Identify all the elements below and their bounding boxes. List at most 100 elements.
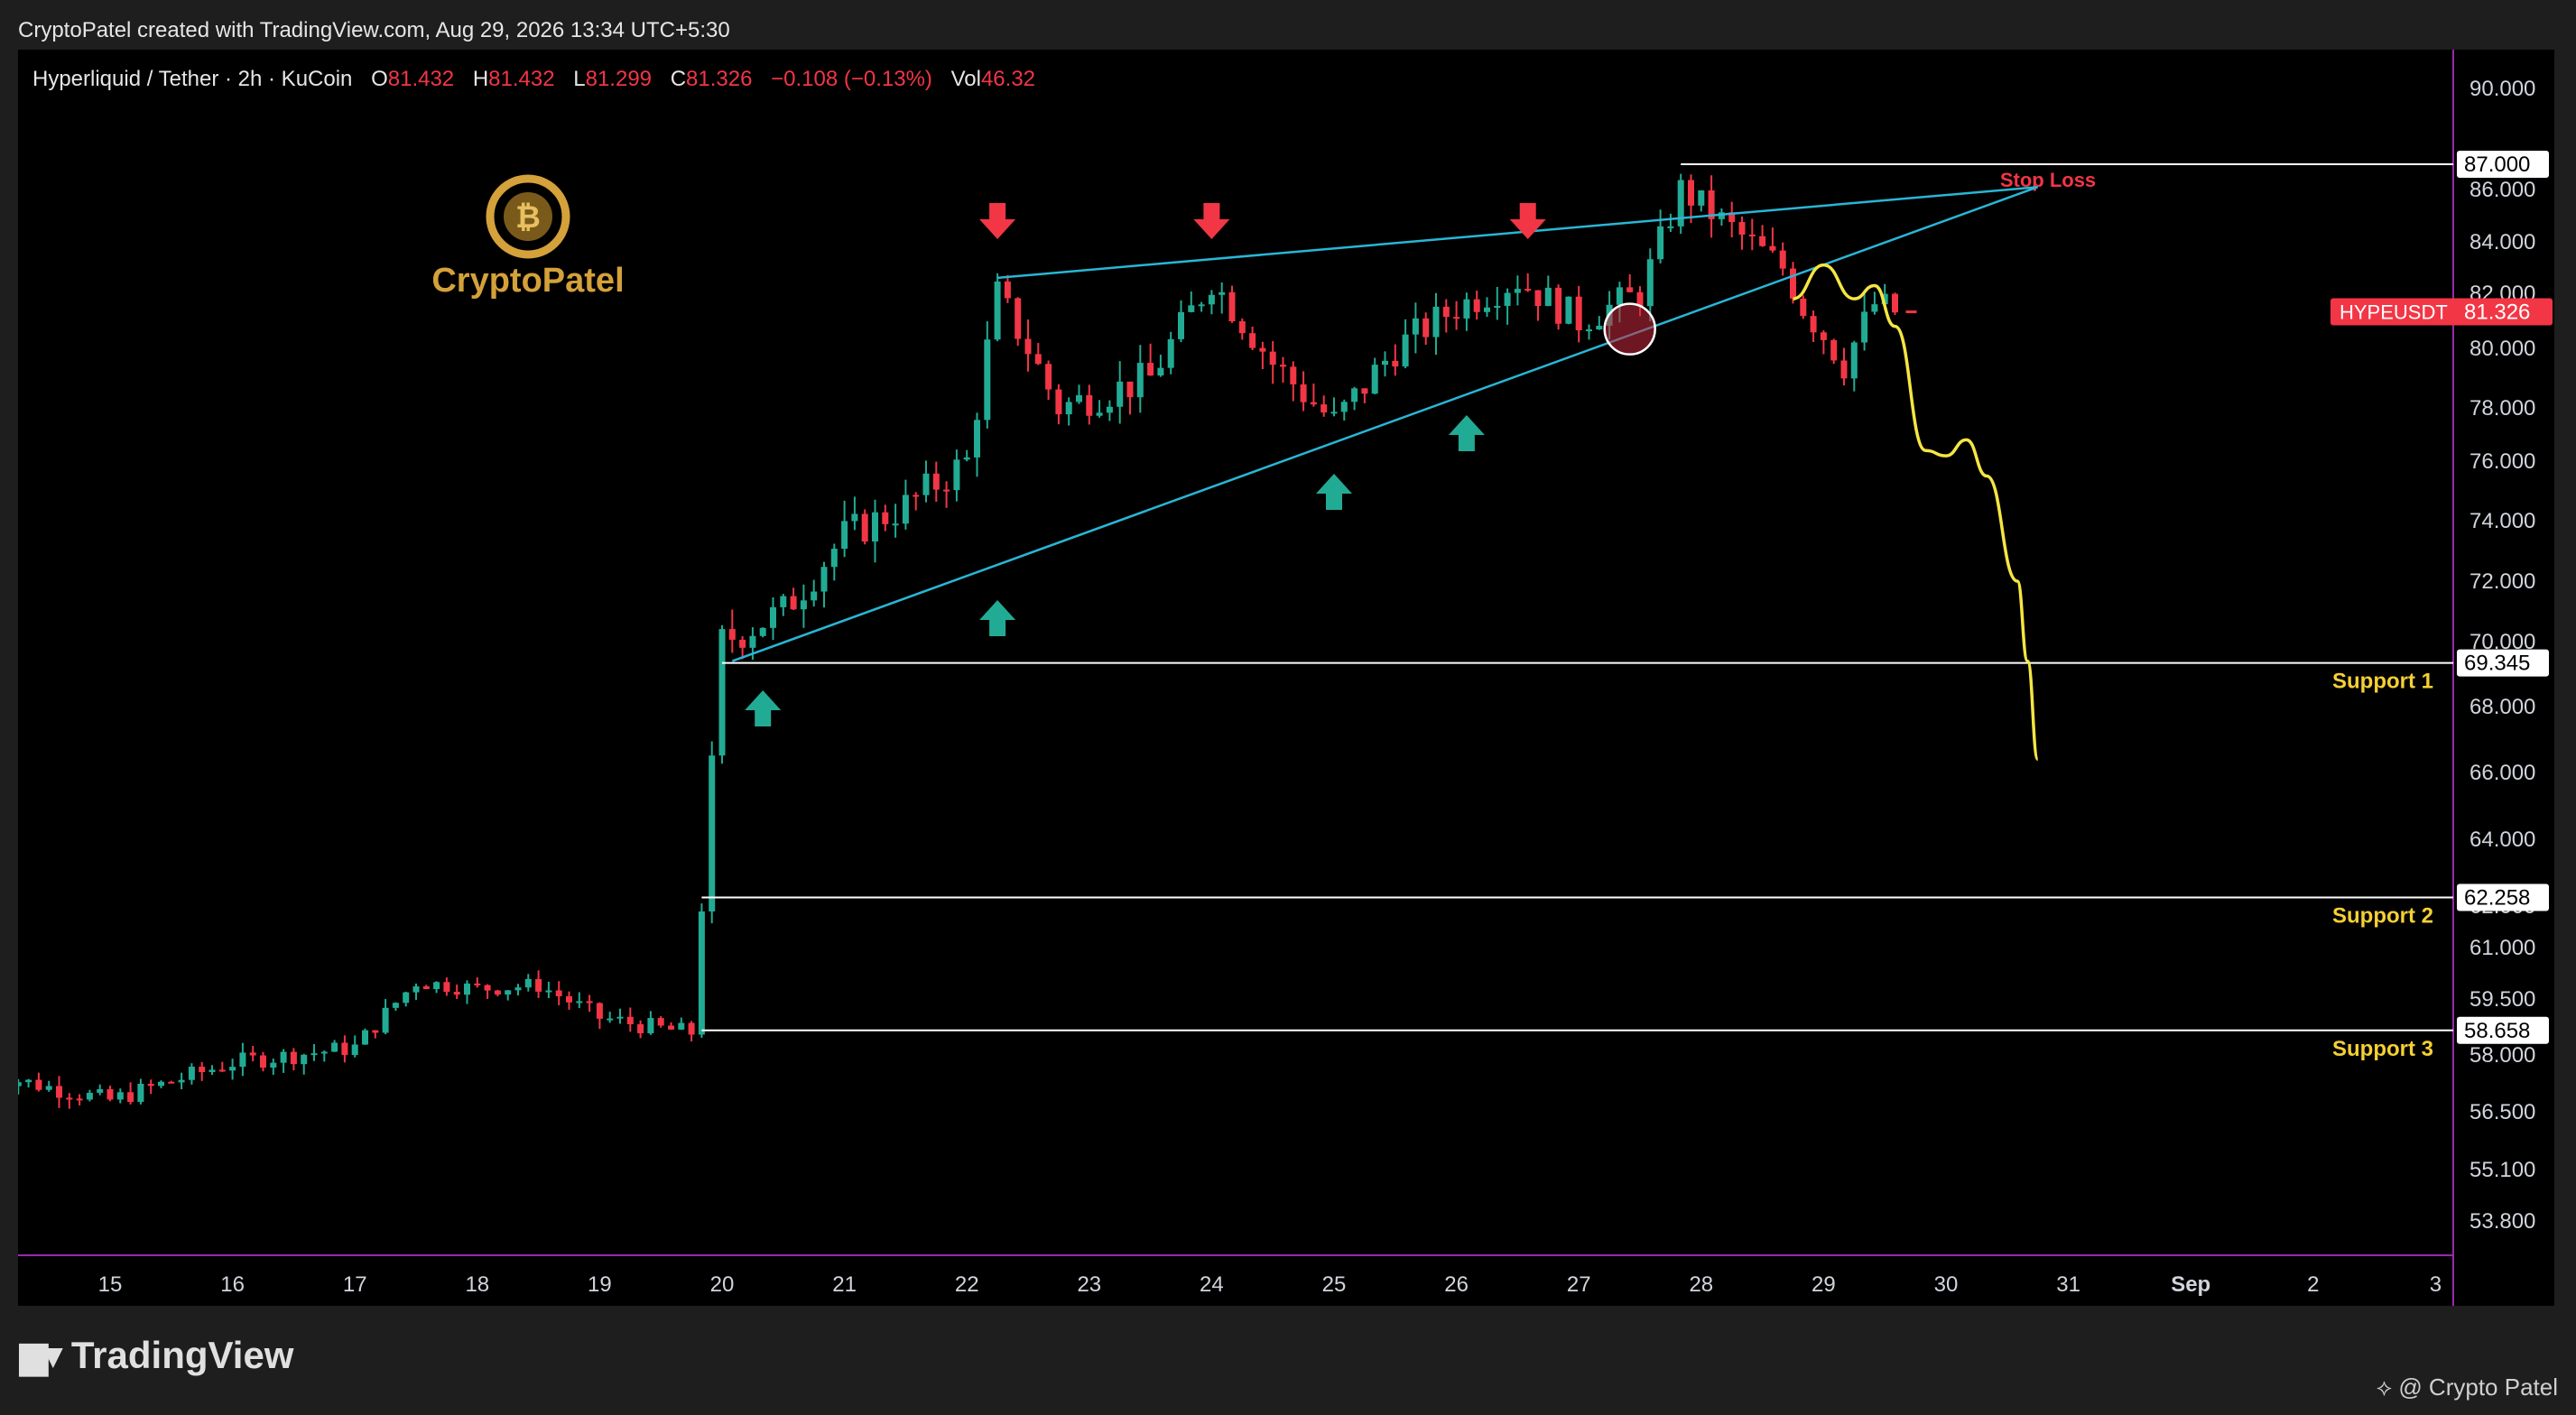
candle-body [576,1001,583,1003]
candle-body [637,1024,644,1034]
legend-open: 81.432 [387,67,455,91]
x-tick-label: 23 [1077,1272,1101,1297]
legend-volume: 46.32 [980,67,1036,91]
candle-body [902,495,909,524]
candle-body [984,339,991,421]
y-tick-label: 68.000 [2469,695,2535,719]
up-arrow-icon [1448,415,1485,451]
legend-c-label: C [670,67,687,91]
coin-icon: ₿ [486,174,570,259]
trendline [996,185,2038,280]
candle-body [596,1003,603,1019]
candle-body [514,987,522,991]
candle-body [1646,259,1654,307]
candle-body [382,1007,389,1033]
x-tick-label: 15 [98,1272,123,1297]
up-arrow-icon [745,690,782,726]
x-tick-label: 18 [465,1272,489,1297]
candle-body [270,1062,277,1068]
candle-body [1330,412,1338,414]
candle-body [18,1082,22,1087]
candle-body [1096,412,1103,416]
candle-body [1280,365,1286,367]
candle-body [1004,281,1011,299]
candle-body [218,1069,226,1072]
level-price-label: 62.258 [2464,885,2530,910]
candle-body [913,495,920,497]
candle-body [362,1030,368,1045]
candle-body [1667,226,1674,228]
projection-path [1793,263,2040,762]
candle-body [208,1069,216,1072]
candle-body [86,1092,93,1100]
chart-frame[interactable]: 90.000 86.000 84.000 82.000 80.000 78.000 76.0… [18,50,2554,1306]
candle-body [657,1018,664,1026]
candle-body [607,1018,614,1021]
candle-body [505,990,512,995]
x-tick-label: 20 [710,1272,735,1297]
candle-body [147,1083,154,1087]
x-tick-label: 30 [1934,1272,1959,1297]
candle-body [351,1044,358,1056]
candle-body [1024,338,1032,355]
x-tick-label: 17 [343,1272,367,1297]
candle-body [1238,321,1246,334]
svg-text:₿: ₿ [515,200,541,235]
author-credit: ⟡ @ Crypto Patel [2377,1373,2558,1402]
candle-body [1320,404,1328,413]
candle-body [443,982,450,993]
x-tick-label: 22 [955,1272,979,1297]
candle-body [1463,299,1470,319]
candle-body [1126,381,1134,398]
candle-body [1800,298,1807,317]
candle-body [331,1042,338,1052]
tradingview-brand: TradingView [70,1334,294,1376]
candle-body [974,420,980,458]
y-tick-label: 80.000 [2469,337,2535,361]
candle-body [1351,388,1358,402]
y-tick-label: 64.000 [2469,828,2535,852]
candle-body [943,489,950,492]
candle-body [372,1030,379,1033]
candle-body [260,1055,266,1068]
candle-body [1340,402,1348,412]
candle-body [1850,342,1858,379]
candle-body [66,1097,73,1100]
price-chart[interactable]: 90.00086.00084.00082.00080.00078.00076.0… [18,50,2554,1306]
candle-body [1412,318,1419,335]
legend-change: −0.108 (−0.13%) [771,67,932,91]
x-tick-label: 28 [1689,1272,1713,1297]
legend-low: 81.299 [585,67,653,91]
candle-body [1616,287,1623,305]
candle-body [249,1052,256,1056]
candle-body [1219,291,1226,295]
candle-body [137,1083,144,1103]
diamond-icon: ⟡ [2376,1373,2393,1401]
candle-body [861,513,868,542]
candle-body [1065,402,1072,415]
candle-body [35,1079,42,1090]
candle-body [790,596,797,610]
support-label: Support 2 [2332,903,2433,928]
candle-body [1555,287,1562,324]
candle-body [301,1054,308,1065]
candle-body [820,567,828,592]
level-price-label: 87.000 [2464,153,2530,177]
y-tick-label: 53.800 [2469,1209,2535,1234]
candle-body [882,512,889,524]
x-tick-label: 3 [2430,1272,2442,1297]
y-tick-label: 59.500 [2469,987,2535,1012]
candle-body [1524,289,1532,291]
candle-body [555,990,562,996]
x-tick-label: 2 [2307,1272,2319,1297]
candle-body [994,281,1001,340]
tradingview-logo[interactable]: ▆▾ TradingView [20,1334,293,1377]
candle-body [1382,360,1388,365]
candle-body [1820,332,1827,340]
candle-body [709,755,716,912]
candle-body [718,629,726,756]
ohlc-legend: Hyperliquid / Tether · 2h · KuCoin O81.4… [32,67,1035,92]
candle-body [872,512,878,542]
candle-body [1830,339,1838,361]
candle-body [1157,367,1164,376]
